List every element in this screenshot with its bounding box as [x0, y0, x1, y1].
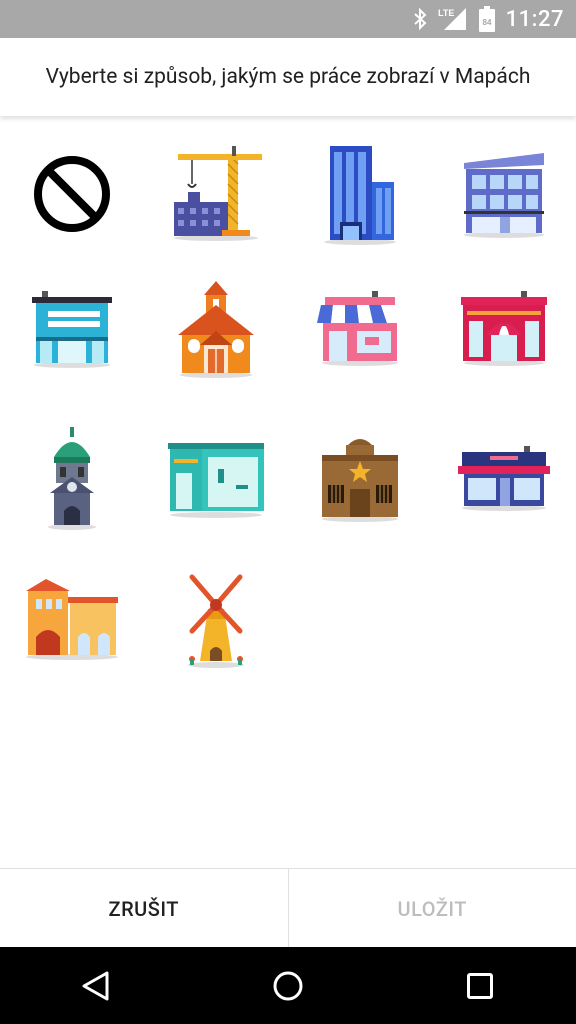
clock: 11:27 [505, 6, 564, 32]
back-button[interactable] [46, 947, 146, 1024]
icon-grid [0, 118, 576, 868]
option-none[interactable] [0, 126, 144, 261]
navy-store-icon [458, 445, 550, 511]
school-house-icon [178, 280, 254, 378]
home-button[interactable] [238, 947, 338, 1024]
option-clock-tower[interactable] [0, 411, 144, 546]
villa-icon [26, 578, 118, 660]
signal-icon: LTE [438, 8, 466, 30]
none-icon [34, 155, 110, 232]
windmill-icon [188, 574, 244, 668]
status-icons: LTE 84 11:27 [412, 0, 564, 38]
navigation-bar [0, 947, 576, 1024]
cancel-button[interactable]: ZRUŠIT [0, 869, 289, 948]
option-awning-store[interactable] [288, 261, 432, 396]
clock-tower-icon [48, 426, 96, 530]
option-navy-store[interactable] [432, 411, 576, 546]
option-red-boutique[interactable] [432, 261, 576, 396]
bluetooth-icon [414, 7, 427, 31]
option-villa[interactable] [0, 551, 144, 686]
status-bar: LTE 84 11:27 [0, 0, 576, 38]
option-teal-shop[interactable] [0, 261, 144, 396]
option-skyscraper[interactable] [288, 126, 432, 261]
construction-crane-icon [174, 145, 262, 241]
recents-button[interactable] [430, 947, 530, 1024]
dialog-actions: ZRUŠIT ULOŽIT [0, 868, 576, 948]
shop-teal-icon [32, 290, 112, 368]
network-label: LTE [438, 8, 454, 18]
sheriff-office-icon [322, 438, 398, 522]
option-sheriff-office[interactable] [288, 411, 432, 546]
battery-level: 84 [482, 18, 491, 27]
back-icon [82, 971, 109, 1000]
modern-office-icon [464, 152, 544, 238]
option-gym[interactable] [144, 411, 288, 546]
awning-store-icon [317, 290, 401, 366]
option-windmill[interactable] [144, 551, 288, 686]
save-button[interactable]: ULOŽIT [289, 869, 576, 948]
dialog-header: Vyberte si způsob, jakým se práce zobraz… [0, 38, 576, 116]
option-construction[interactable] [144, 126, 288, 261]
gym-icon [168, 442, 264, 518]
recents-icon [467, 972, 493, 999]
option-school[interactable] [144, 261, 288, 396]
option-modern-office[interactable] [432, 126, 576, 261]
skyscraper-icon [324, 145, 396, 245]
red-boutique-icon [461, 290, 547, 366]
battery-icon: 84 [478, 6, 495, 32]
dialog-title: Vyberte si způsob, jakým se práce zobraz… [45, 65, 531, 89]
home-icon [273, 971, 303, 1000]
